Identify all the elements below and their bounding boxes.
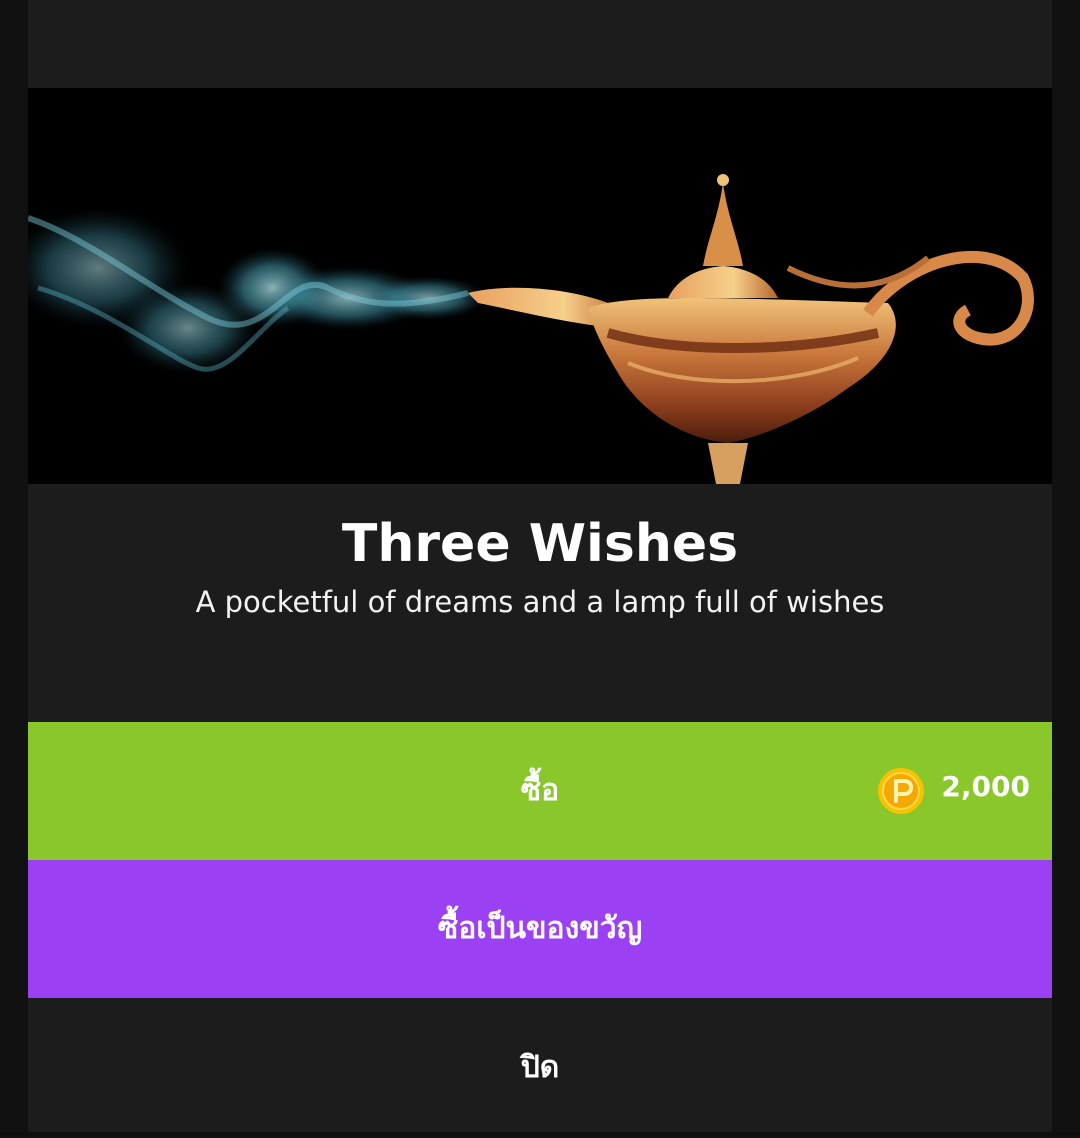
buy-button[interactable]: ซื้อ 2,000 bbox=[28, 722, 1052, 860]
banner-image bbox=[28, 88, 1052, 484]
product-sheet: Three Wishes A pocketful of dreams and a… bbox=[28, 0, 1052, 1132]
close-button[interactable]: ปิด bbox=[28, 998, 1052, 1132]
price-tag: 2,000 bbox=[877, 766, 1030, 816]
sheet-header bbox=[28, 0, 1052, 88]
product-title: Three Wishes bbox=[341, 514, 739, 574]
gift-button[interactable]: ซื้อเป็นของขวัญ bbox=[28, 860, 1052, 998]
coin-p-icon bbox=[878, 768, 925, 814]
close-button-label: ปิด bbox=[520, 1050, 560, 1085]
product-subtitle: A pocketful of dreams and a lamp full of… bbox=[195, 585, 885, 619]
gift-button-label: ซื้อเป็นของขวัญ bbox=[437, 911, 643, 946]
price-value: 2,000 bbox=[941, 770, 1030, 803]
